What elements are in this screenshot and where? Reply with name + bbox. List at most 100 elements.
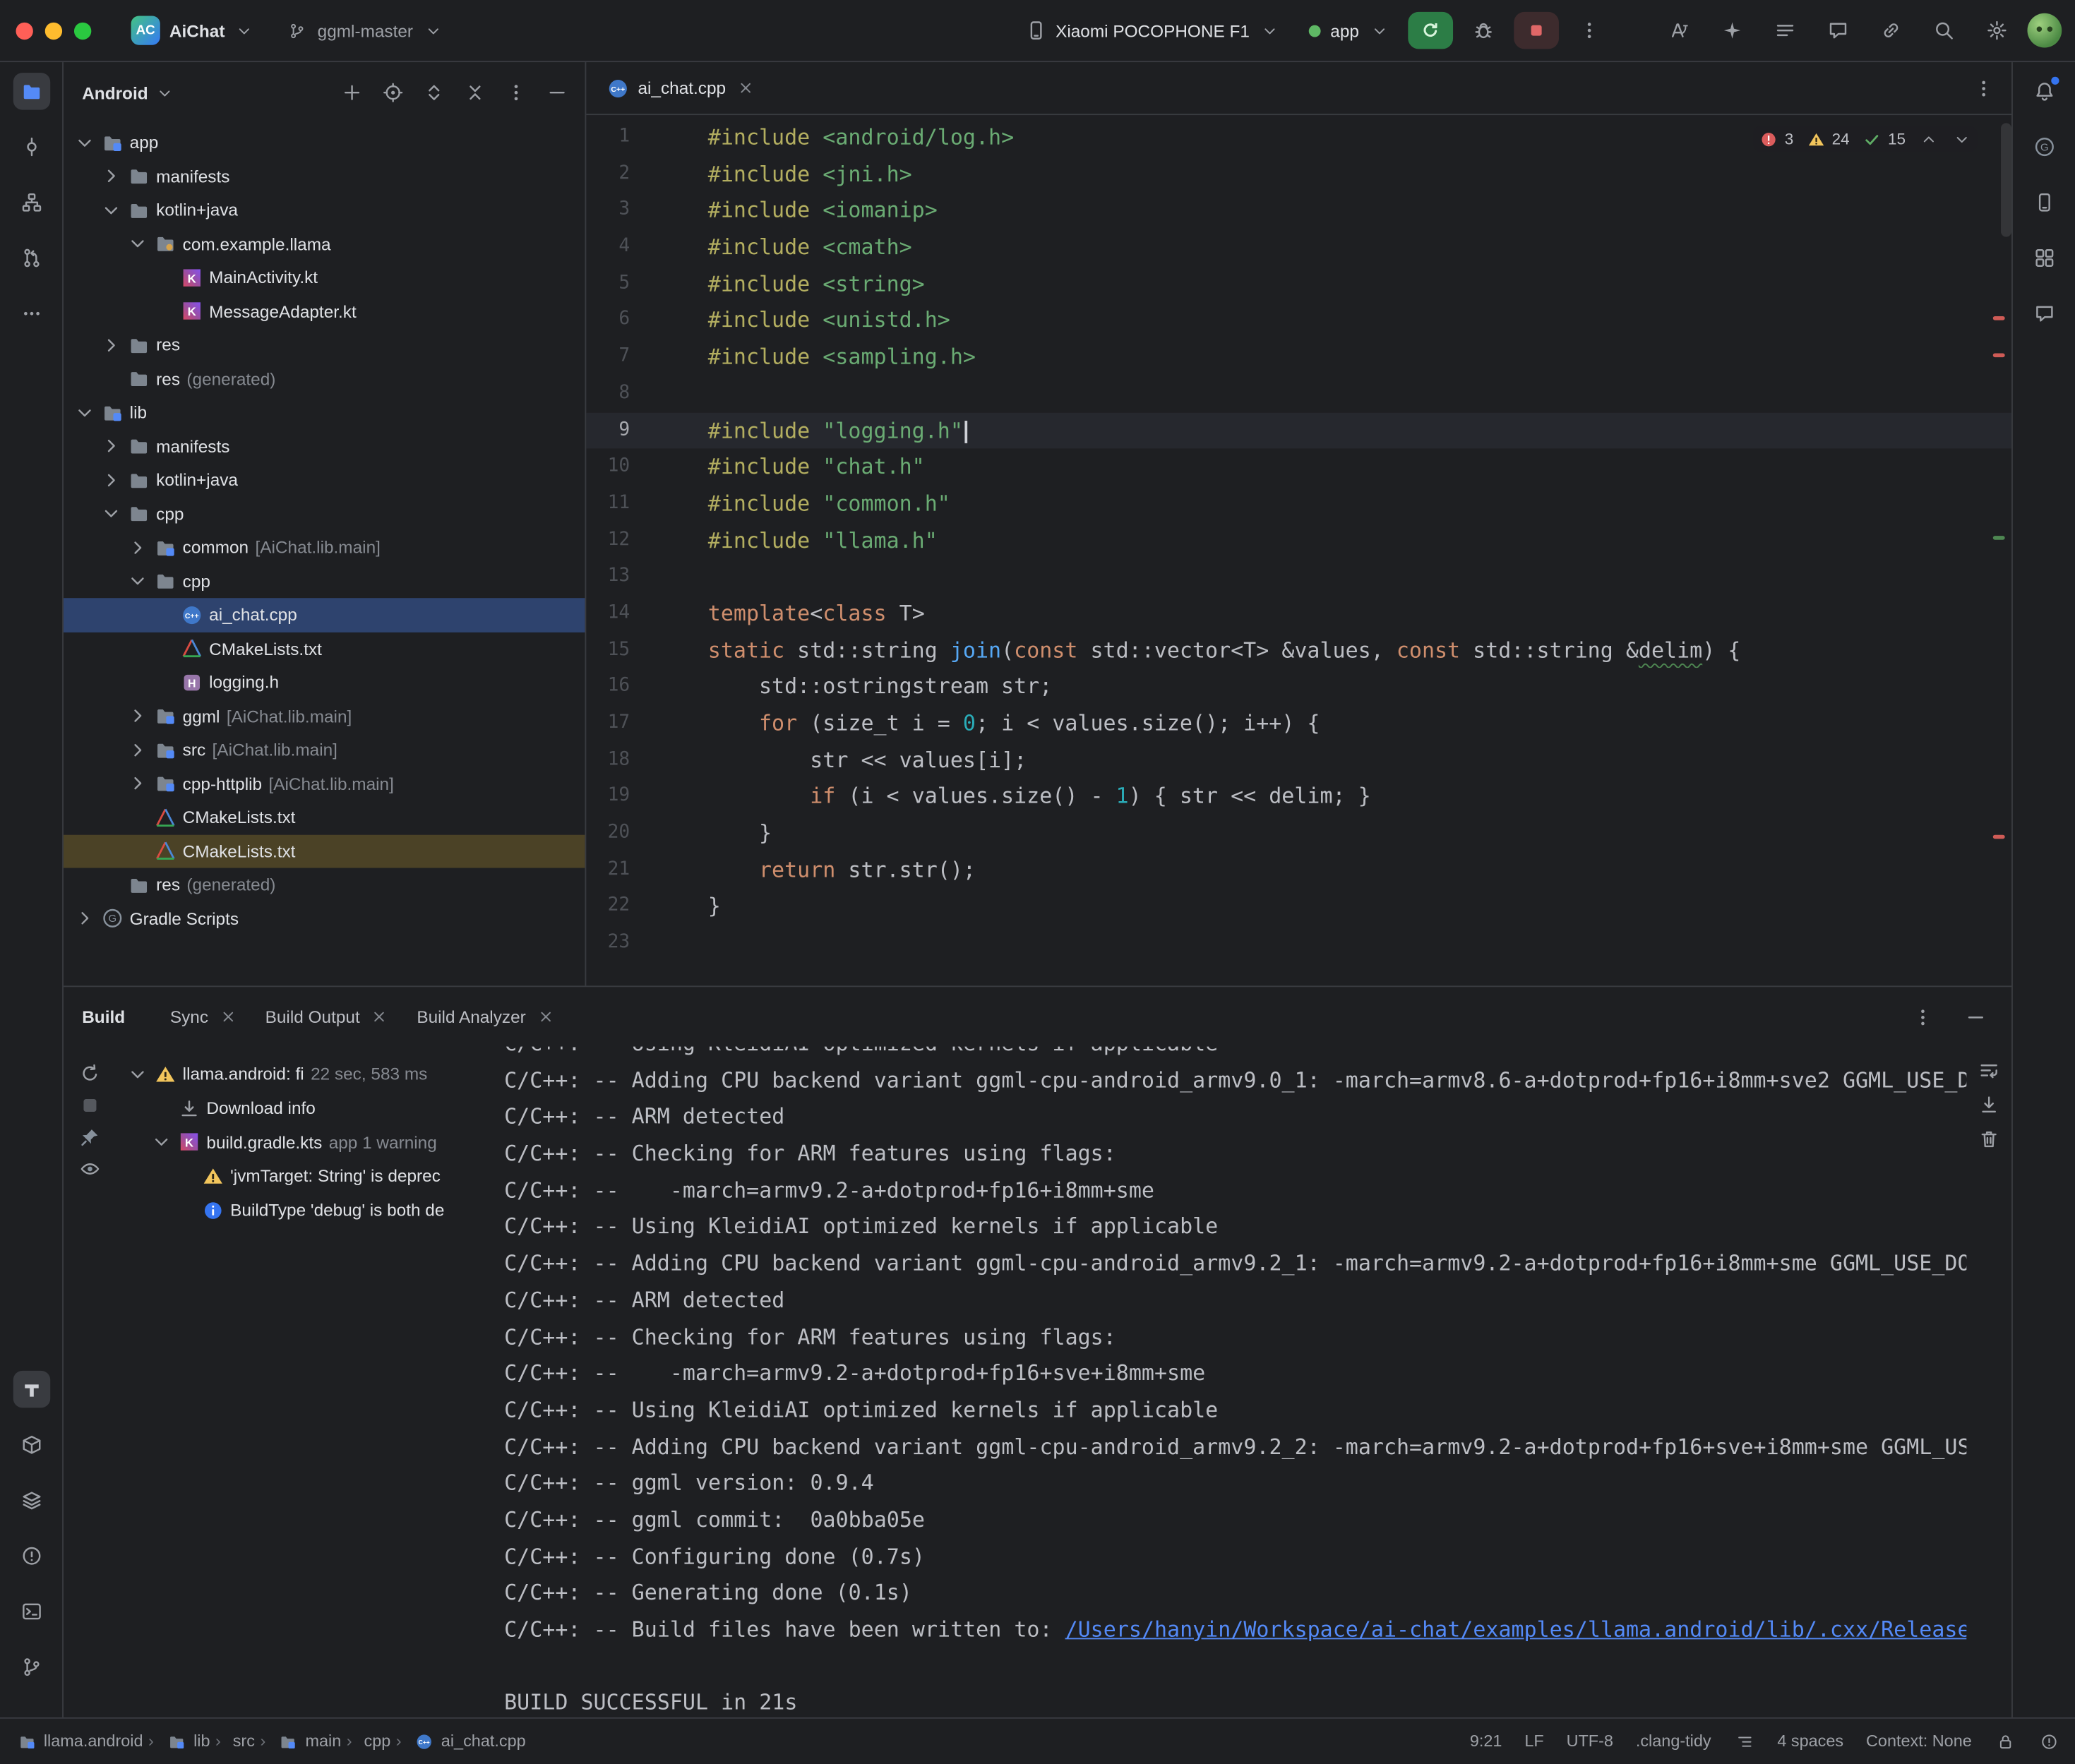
search-everywhere-button[interactable] [1922,12,1967,49]
commit-tool-button[interactable] [13,128,49,165]
build-tree-item-download-info[interactable]: Download info [116,1091,494,1125]
editor-options-button[interactable] [1966,71,2001,105]
indent-icon[interactable] [1733,1731,1754,1752]
pin-icon[interactable] [79,1126,100,1147]
rerun-build-icon[interactable] [79,1062,100,1084]
run-configuration-selector[interactable]: app [1298,15,1400,47]
ai-chat-button[interactable] [1816,12,1861,49]
tree-item-manifests[interactable]: manifests [64,429,585,463]
indent-setting[interactable]: 4 spaces [1777,1732,1843,1751]
device-manager-button[interactable] [2026,184,2062,221]
tree-item-cpp[interactable]: cpp [64,564,585,598]
scroll-to-end-icon[interactable] [1978,1094,1999,1115]
tree-item-kotlin-java[interactable]: kotlin+java [64,463,585,497]
code-line-23[interactable]: 23 [586,925,2011,961]
panel-options-button[interactable] [499,76,534,110]
tree-item-cmakelists-txt[interactable]: CMakeLists.txt [64,800,585,834]
tab-ai-chat-cpp[interactable]: C++ ai_chat.cpp [592,62,772,114]
collapse-all-button[interactable] [458,76,493,110]
build-tree-item-jvmtarget-string-is-deprec[interactable]: 'jvmTarget: String' is deprec [116,1159,494,1193]
error-stripe-mark[interactable] [1993,835,2005,839]
project-view-mode[interactable]: Android [82,83,148,102]
code-line-5[interactable]: 5#include <string> [586,265,2011,302]
todo-list-button[interactable] [1763,12,1808,49]
close-icon[interactable] [735,78,756,99]
tree-item-cmakelists-txt[interactable]: CMakeLists.txt [64,632,585,666]
user-avatar[interactable] [2028,13,2062,48]
add-button[interactable] [335,76,369,110]
tree-item-cmakelists-txt[interactable]: CMakeLists.txt [64,834,585,868]
tab-build-output[interactable]: Build Output [252,997,404,1036]
tree-item-app[interactable]: app [64,126,585,160]
inspections-widget[interactable]: 3 24 15 [1753,126,1978,152]
maximize-window-button[interactable] [74,22,91,39]
soft-wrap-icon[interactable] [1978,1060,1999,1081]
resource-manager-button[interactable] [2026,239,2062,276]
minimize-window-button[interactable] [45,22,62,39]
code-line-6[interactable]: 6#include <unistd.h> [586,302,2011,339]
close-icon[interactable] [535,1006,556,1027]
breadcrumb-cpp[interactable]: cpp [347,1732,390,1751]
breadcrumb-lib[interactable]: lib [148,1731,210,1752]
problems-tool-button[interactable] [13,1537,49,1574]
code-line-11[interactable]: 11#include "common.h" [586,486,2011,522]
error-stripe-mark[interactable] [1993,353,2005,357]
share-button[interactable] [1869,12,1914,49]
code-line-7[interactable]: 7#include <sampling.h> [586,339,2011,376]
clang-tidy[interactable]: .clang-tidy [1636,1732,1711,1751]
gradle-tool-button[interactable]: G [2026,128,2062,165]
branch-widget[interactable]: ggml-master [277,15,455,47]
build-tree-item-build-gradle-kts[interactable]: Kbuild.gradle.ktsapp 1 warning [116,1125,494,1159]
locate-file-button[interactable] [376,76,410,110]
build-console[interactable]: C/C++: -- Using KleidiAI optimized kerne… [494,1047,1966,1717]
translate-button[interactable] [1657,12,1702,49]
filter-view-icon[interactable] [79,1158,100,1179]
tab-build-analyzer[interactable]: Build Analyzer [404,997,570,1036]
code-line-10[interactable]: 10#include "chat.h" [586,449,2011,486]
more-tool-windows-button[interactable] [13,295,49,332]
app-quality-insights-button[interactable] [2026,295,2062,332]
code-line-12[interactable]: 12#include "llama.h" [586,522,2011,559]
run-button[interactable] [1408,12,1453,49]
close-icon[interactable] [217,1006,239,1027]
tab-sync[interactable]: Sync [157,997,252,1036]
terminal-tool-button[interactable] [13,1593,49,1630]
code-line-18[interactable]: 18 str << values[i]; [586,742,2011,779]
code-editor[interactable]: 1#include <android/log.h>2#include <jni.… [586,115,2011,985]
stop-button[interactable] [1514,12,1559,49]
code-line-16[interactable]: 16 std::ostringstream str; [586,668,2011,705]
tree-item-res[interactable]: res(generated) [64,362,585,396]
close-icon[interactable] [369,1006,390,1027]
ai-assistant-button[interactable] [1710,12,1755,49]
version-control-tool-button[interactable] [13,1648,49,1685]
notifications-button[interactable] [2026,73,2062,109]
caret-position[interactable]: 9:21 [1470,1732,1502,1751]
pull-requests-tool-button[interactable] [13,239,49,276]
build-tree-item-llama-android-fi[interactable]: llama.android: fi22 sec, 583 ms [116,1057,494,1091]
line-ending[interactable]: LF [1524,1732,1543,1751]
build-tree-item-buildtype-debug-is-both-de[interactable]: BuildType 'debug' is both de [116,1193,494,1227]
tree-item-res[interactable]: res(generated) [64,868,585,902]
tree-item-gradle-scripts[interactable]: GGradle Scripts [64,901,585,935]
breadcrumb-src[interactable]: src [215,1732,255,1751]
tree-item-res[interactable]: res [64,328,585,362]
code-line-19[interactable]: 19 if (i < values.size() - 1) { str << d… [586,779,2011,815]
expand-all-button[interactable] [417,76,451,110]
build-output-link[interactable]: /Users/hanyin/Workspace/ai-chat/examples… [1065,1616,1967,1642]
tree-item-lib[interactable]: lib [64,395,585,429]
tree-item-ggml[interactable]: ggml[AiChat.lib.main] [64,700,585,733]
build-window-title[interactable]: Build [82,1007,125,1026]
lock-icon[interactable] [1995,1731,2016,1752]
breadcrumb-main[interactable]: main [260,1731,341,1752]
code-line-22[interactable]: 22} [586,889,2011,925]
code-line-9[interactable]: 9#include "logging.h" [586,412,2011,449]
code-line-17[interactable]: 17 for (size_t i = 0; i < values.size();… [586,705,2011,742]
breadcrumb-ai-chat-cpp[interactable]: C++ai_chat.cpp [396,1731,526,1752]
inspections-status-icon[interactable] [2038,1731,2059,1752]
file-encoding[interactable]: UTF-8 [1567,1732,1613,1751]
project-widget[interactable]: AC AiChat [121,11,266,50]
settings-button[interactable] [1975,12,2020,49]
tree-item-src[interactable]: src[AiChat.lib.main] [64,733,585,767]
tree-item-logging-h[interactable]: Hlogging.h [64,666,585,700]
code-line-4[interactable]: 4#include <cmath> [586,229,2011,265]
